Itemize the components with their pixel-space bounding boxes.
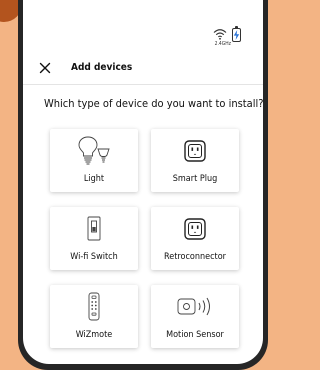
- device-label: Retroconnector: [163, 252, 226, 262]
- app-screen: 2.4GHz Add devices Which type of device …: [23, 0, 263, 364]
- wifi-icon: [213, 29, 227, 40]
- motion-sensor-icon: [177, 297, 210, 316]
- device-label: Motion Sensor: [166, 330, 224, 340]
- device-card-motion-sensor[interactable]: Motion Sensor: [151, 285, 239, 348]
- smart-plug-icon: [184, 140, 206, 162]
- battery-icon: [232, 26, 241, 42]
- retro-plug-icon: [184, 218, 206, 240]
- device-card-wifi-switch[interactable]: Wi-fi Switch: [50, 207, 138, 270]
- device-card-wizmote[interactable]: WiZmote: [50, 285, 138, 348]
- device-label: Light: [83, 174, 105, 184]
- header-bar: Add devices: [23, 60, 263, 80]
- device-label: Wi-fi Switch: [70, 252, 118, 262]
- device-card-smart-plug[interactable]: Smart Plug: [151, 129, 239, 192]
- page-title: Add devices: [71, 62, 133, 73]
- header-divider: [23, 84, 263, 85]
- device-card-light[interactable]: Light: [50, 129, 138, 192]
- device-card-retroconnector[interactable]: Retroconnector: [151, 207, 239, 270]
- device-type-question: Which type of device do you want to inst…: [44, 97, 263, 110]
- wall-switch-icon: [87, 216, 101, 241]
- wifi-band-label: 2.4GHz: [214, 41, 231, 47]
- charging-bolt-icon: [233, 30, 240, 40]
- device-label: Smart Plug: [172, 174, 218, 184]
- device-label: WiZmote: [75, 330, 113, 340]
- remote-icon: [88, 292, 100, 321]
- close-icon[interactable]: [39, 62, 51, 74]
- bulbs-icon: [78, 136, 110, 165]
